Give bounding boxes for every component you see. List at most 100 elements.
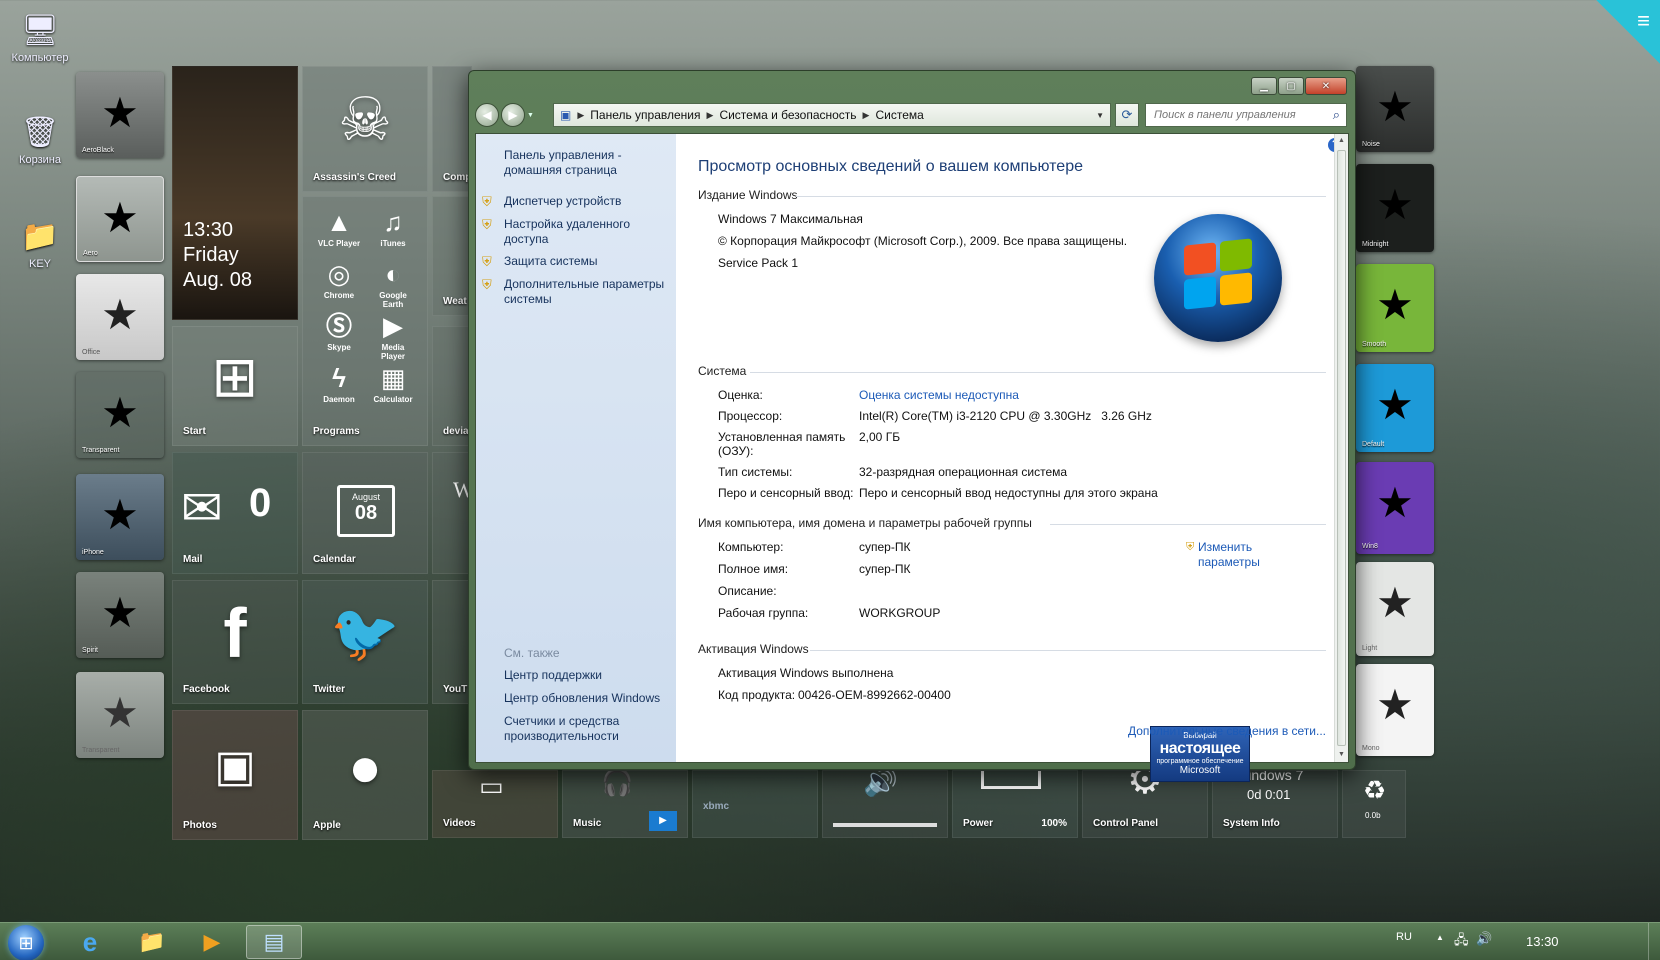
scroll-up-icon[interactable]: ▲: [1335, 134, 1348, 148]
xbmc-tile[interactable]: xbmc: [692, 770, 818, 838]
start-button[interactable]: ⊞: [8, 925, 44, 960]
language-indicator[interactable]: RU: [1396, 931, 1412, 943]
see-also-heading: См. также: [504, 646, 560, 660]
taskbar-internet-explorer[interactable]: e: [62, 925, 118, 959]
calendar-tile[interactable]: August 08 Calendar: [302, 452, 428, 574]
apple-tile[interactable]: ● Apple: [302, 710, 428, 840]
power-tile[interactable]: Power 100%: [952, 770, 1078, 838]
theme-tile-office[interactable]: ★ Office: [76, 274, 164, 360]
theme-tile-default[interactable]: ★ Default: [1356, 364, 1434, 452]
theme-tile-light[interactable]: ★ Light: [1356, 562, 1434, 656]
remote-settings-link[interactable]: ⛨ Настройка удаленного доступа: [482, 217, 669, 247]
change-settings-link[interactable]: ⛨ Изменить параметры: [1186, 540, 1288, 570]
theme-tile-win8[interactable]: ★ Win8: [1356, 462, 1434, 554]
action-center-link[interactable]: Центр поддержки: [504, 668, 669, 683]
recycle-value: 0.0b: [1365, 811, 1381, 820]
photos-tile[interactable]: ▣ Photos: [172, 710, 298, 840]
back-button[interactable]: ◀: [475, 103, 499, 127]
music-tile[interactable]: 🎧 Music ▶: [562, 770, 688, 838]
refresh-button[interactable]: ⟳: [1115, 103, 1139, 127]
scroll-down-icon[interactable]: ▼: [1335, 748, 1348, 762]
desktop-icon-recycle-bin[interactable]: 🗑 Корзина: [0, 112, 80, 167]
media-player-icon: ▶: [383, 311, 403, 341]
control-panel-home-link[interactable]: Панель управления - домашняя страница: [504, 148, 669, 178]
theme-tile-transparent-2[interactable]: ★ Transparent: [76, 672, 164, 758]
wikipedia-tile[interactable]: W: [432, 452, 472, 574]
program-skype[interactable]: Ⓢ Skype: [315, 311, 363, 352]
search-box[interactable]: ⌕: [1145, 103, 1347, 127]
scroll-thumb[interactable]: [1337, 150, 1346, 746]
program-itunes[interactable]: ♫ iTunes: [369, 207, 417, 248]
volume-slider[interactable]: [833, 823, 937, 827]
taskbar-explorer[interactable]: 📁: [124, 925, 180, 959]
close-button[interactable]: ✕: [1305, 77, 1347, 95]
vertical-scrollbar[interactable]: ▲ ▼: [1334, 134, 1348, 762]
facebook-tile[interactable]: f Facebook: [172, 580, 298, 704]
volume-tile[interactable]: 🔊: [822, 770, 948, 838]
theme-tile-transparent[interactable]: ★ Transparent: [76, 372, 164, 458]
system-protection-link[interactable]: ⛨ Защита системы: [482, 254, 669, 269]
devices-tile[interactable]: devia: [432, 326, 472, 446]
youtube-tile[interactable]: YouT: [432, 580, 472, 704]
desktop-icon-key[interactable]: 📁 KEY: [0, 216, 80, 271]
assassins-creed-tile[interactable]: ☠ Assassin's Creed: [302, 66, 428, 192]
theme-tile-smooth[interactable]: ★ Smooth: [1356, 264, 1434, 352]
program-media-player[interactable]: ▶ Media Player: [369, 311, 417, 361]
rating-link[interactable]: Оценка системы недоступна: [859, 388, 1019, 402]
clock-tile[interactable]: 13:30 Friday Aug. 08: [172, 66, 298, 320]
taskbar-control-panel[interactable]: ▤: [246, 925, 302, 959]
computer-tile[interactable]: Comp: [432, 66, 472, 192]
breadcrumb-system-security[interactable]: Система и безопасность: [719, 108, 856, 122]
desktop-icon-computer[interactable]: 🖥 Компьютер: [0, 10, 80, 65]
program-vlc[interactable]: ▲ VLC Player: [315, 207, 363, 248]
start-tile[interactable]: ⊞ Start: [172, 326, 298, 446]
corner-menu-button[interactable]: ≡: [1596, 0, 1660, 64]
show-desktop-button[interactable]: [1648, 923, 1660, 960]
theme-tile-midnight[interactable]: ★ Midnight: [1356, 164, 1434, 252]
network-icon[interactable]: 🖧: [1454, 931, 1469, 953]
control-panel-icon: ▤: [263, 929, 285, 954]
recycle-tile[interactable]: ♻ 0.0b: [1342, 770, 1406, 838]
daemon-icon: ϟ: [332, 363, 346, 393]
program-chrome[interactable]: ◎ Chrome: [315, 259, 363, 300]
theme-tile-noise[interactable]: ★ Noise: [1356, 66, 1434, 152]
weather-tile[interactable]: Weat: [432, 196, 472, 316]
breadcrumb-control-panel[interactable]: Панель управления: [590, 108, 700, 122]
advanced-settings-link[interactable]: ⛨ Дополнительные параметры системы: [482, 277, 669, 307]
star-icon: ★: [101, 389, 139, 436]
clock[interactable]: 13:30: [1526, 934, 1559, 949]
maximize-button[interactable]: ▢: [1278, 77, 1304, 95]
taskbar-media-player[interactable]: ▶: [184, 925, 240, 959]
search-input[interactable]: [1154, 109, 1346, 121]
breadcrumb-system[interactable]: Система: [875, 108, 923, 122]
recent-pages-dropdown[interactable]: ▼: [527, 112, 534, 119]
theme-tile-mono[interactable]: ★ Mono: [1356, 664, 1434, 756]
volume-icon[interactable]: 🔊: [1476, 931, 1492, 947]
theme-tile-aero[interactable]: ★ Aero: [76, 176, 164, 262]
tray-expand-icon[interactable]: ▲: [1436, 933, 1444, 942]
minimize-button[interactable]: ▁: [1251, 77, 1277, 95]
theme-tile-aeroblack[interactable]: ★ AeroBlack: [76, 72, 164, 158]
itunes-icon: ♫: [383, 207, 403, 237]
twitter-tile[interactable]: 🐦 Twitter: [302, 580, 428, 704]
videos-tile[interactable]: ▭ Videos: [432, 770, 558, 838]
search-icon[interactable]: ⌕: [1333, 107, 1340, 123]
star-icon: ★: [101, 491, 139, 538]
address-bar[interactable]: ▣ ▶ Панель управления ▶ Система и безопа…: [553, 103, 1111, 127]
device-manager-link[interactable]: ⛨ Диспетчер устройств: [482, 194, 669, 209]
program-calculator[interactable]: ▦ Calculator: [369, 363, 417, 404]
windows-update-link[interactable]: Центр обновления Windows: [504, 691, 669, 706]
programs-tile[interactable]: ▲ VLC Player ♫ iTunes ◎ Chrome ◐ Google Eart…: [302, 196, 428, 446]
theme-tile-spirit[interactable]: ★ Spirit: [76, 572, 164, 658]
performance-tools-link[interactable]: Счетчики и средства производительности: [504, 714, 669, 744]
mail-tile[interactable]: ✉ 0 Mail: [172, 452, 298, 574]
music-play-button[interactable]: ▶: [649, 811, 677, 831]
photos-icon: ▣: [214, 741, 256, 791]
address-dropdown-icon[interactable]: ▼: [1096, 111, 1104, 120]
more-info-online-link[interactable]: Дополнительные сведения в сети...: [1128, 724, 1326, 738]
system-type-value: 32-разрядная операционная система: [859, 465, 1068, 479]
program-daemon[interactable]: ϟ Daemon: [315, 363, 363, 404]
theme-tile-iphone[interactable]: ★ iPhone: [76, 474, 164, 560]
forward-button[interactable]: ▶: [501, 103, 525, 127]
program-google-earth[interactable]: ◐ Google Earth: [369, 259, 417, 309]
